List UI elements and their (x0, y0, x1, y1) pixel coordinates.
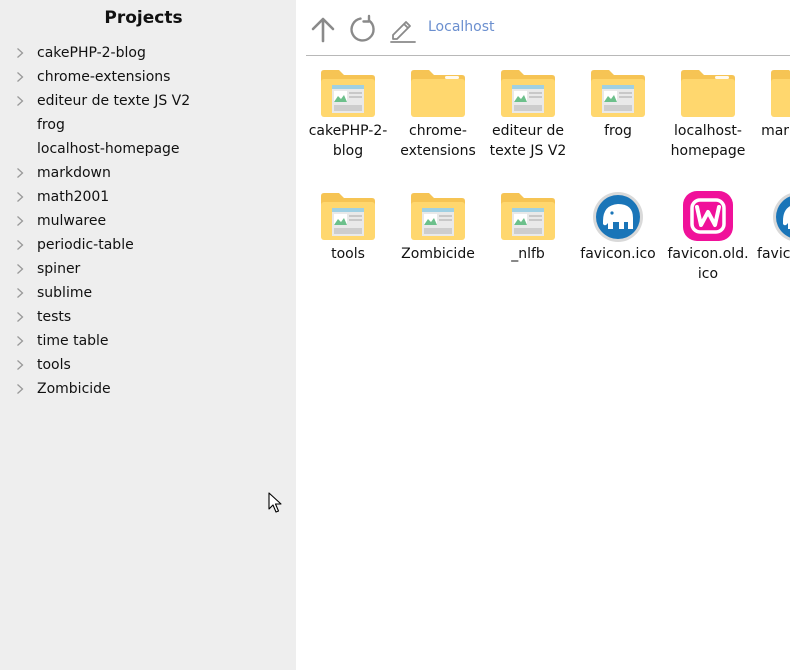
chevron-right-icon[interactable] (14, 287, 26, 299)
file-item-favicon-png[interactable]: favicon.png (756, 191, 790, 265)
tree-item[interactable]: sublime (0, 281, 296, 305)
pencil-icon[interactable] (388, 14, 418, 44)
folder-icon (771, 70, 790, 117)
folder-site-icon (501, 193, 555, 240)
file-label: Zombicide (401, 246, 475, 262)
breadcrumb-localhost[interactable]: Localhost (428, 19, 495, 35)
tree-item-label: tools (37, 357, 71, 373)
tree-item-label: sublime (37, 285, 93, 301)
tree-item-label: mulwaree (37, 213, 107, 229)
refresh-icon[interactable] (348, 14, 378, 44)
file-item-chrome-extensions[interactable]: chrome-extensions (396, 68, 480, 161)
mamp-elephant-icon (593, 192, 643, 242)
file-browser: Localhost cakePHP-2-blog chrome-extensio… (296, 0, 790, 670)
tree-item[interactable]: tools (0, 353, 296, 377)
file-item-localhost-homepage[interactable]: localhost-homepage (666, 68, 750, 161)
file-item-markdown[interactable]: markdown (756, 68, 790, 142)
tree-item-label: chrome-extensions (37, 69, 171, 85)
sidebar: Projects cakePHP-2-blog chrome-extension… (0, 0, 296, 670)
tree-item[interactable]: spiner (0, 257, 296, 281)
file-label: markdown (761, 123, 790, 139)
chevron-right-icon[interactable] (14, 311, 26, 323)
tree-item[interactable]: localhost-homepage (0, 137, 296, 161)
tree-item[interactable]: cakePHP-2-blog (0, 41, 296, 65)
tree-item-label: cakePHP-2-blog (37, 45, 146, 61)
tree-item[interactable]: time table (0, 329, 296, 353)
folder-site-icon (591, 70, 645, 117)
tree-item-label: periodic-table (37, 237, 134, 253)
folder-site-icon (501, 70, 555, 117)
chevron-right-icon[interactable] (14, 95, 26, 107)
chevron-right-icon[interactable] (14, 71, 26, 83)
file-label: favicon.ico (580, 246, 656, 262)
file-label: localhost-homepage (670, 123, 746, 159)
file-item-nlfb[interactable]: _nlfb (486, 191, 570, 265)
chevron-right-icon[interactable] (14, 47, 26, 59)
tree-item[interactable]: chrome-extensions (0, 65, 296, 89)
folder-site-icon (411, 193, 465, 240)
file-label: favicon.old.ico (667, 246, 749, 282)
tree-item-label: Zombicide (37, 381, 111, 397)
chevron-right-icon[interactable] (14, 191, 26, 203)
chevron-right-icon[interactable] (14, 239, 26, 251)
tree-item-label: tests (37, 309, 72, 325)
file-label: cakePHP-2-blog (308, 123, 388, 159)
tree-item-label: spiner (37, 261, 81, 277)
chevron-right-icon[interactable] (14, 335, 26, 347)
file-label: _nlfb (511, 246, 545, 262)
chevron-right-icon[interactable] (14, 383, 26, 395)
chevron-right-icon[interactable] (14, 263, 26, 275)
file-item-favicon-ico[interactable]: favicon.ico (576, 191, 660, 265)
mouse-pointer-icon (268, 492, 282, 513)
tree-item-label: markdown (37, 165, 111, 181)
file-item-editeur-de-texte[interactable]: editeur de texte JS V2 (486, 68, 570, 161)
file-item-favicon-old-ico[interactable]: favicon.old.ico (666, 191, 750, 284)
file-label: tools (331, 246, 365, 262)
tree-item[interactable]: editeur de texte JS V2 (0, 89, 296, 113)
tree-item[interactable]: math2001 (0, 185, 296, 209)
file-item-frog[interactable]: frog (576, 68, 660, 142)
file-label: frog (604, 123, 632, 139)
file-item-tools[interactable]: tools (306, 191, 390, 265)
toolbar: Localhost (306, 0, 790, 56)
chevron-right-icon[interactable] (14, 167, 26, 179)
file-label: chrome-extensions (400, 123, 476, 159)
file-label: favicon.png (757, 246, 790, 262)
tree-item-label: time table (37, 333, 109, 349)
wamp-logo-icon (683, 191, 733, 241)
folder-icon (681, 70, 735, 117)
mamp-elephant-icon (773, 193, 790, 241)
arrow-up-icon[interactable] (308, 14, 338, 44)
tree-item[interactable]: frog (0, 113, 296, 137)
tree-item-label: localhost-homepage (37, 141, 180, 157)
file-item-cakephp-2-blog[interactable]: cakePHP-2-blog (306, 68, 390, 161)
tree-item-label: editeur de texte JS V2 (37, 93, 191, 109)
tree-item[interactable]: markdown (0, 161, 296, 185)
tree-item[interactable]: mulwaree (0, 209, 296, 233)
file-label: editeur de texte JS V2 (489, 123, 567, 159)
folder-site-icon (321, 193, 375, 240)
chevron-right-icon[interactable] (14, 215, 26, 227)
folder-site-icon (321, 70, 375, 117)
tree-item-label: math2001 (37, 189, 110, 205)
tree-item[interactable]: tests (0, 305, 296, 329)
tree-item-label: frog (37, 117, 65, 133)
project-tree: cakePHP-2-blog chrome-extensions editeur… (0, 41, 296, 401)
folder-icon (411, 70, 465, 117)
tree-item[interactable]: Zombicide (0, 377, 296, 401)
file-item-zombicide[interactable]: Zombicide (396, 191, 480, 265)
tree-item[interactable]: periodic-table (0, 233, 296, 257)
chevron-right-icon[interactable] (14, 359, 26, 371)
sidebar-title: Projects (104, 8, 183, 28)
